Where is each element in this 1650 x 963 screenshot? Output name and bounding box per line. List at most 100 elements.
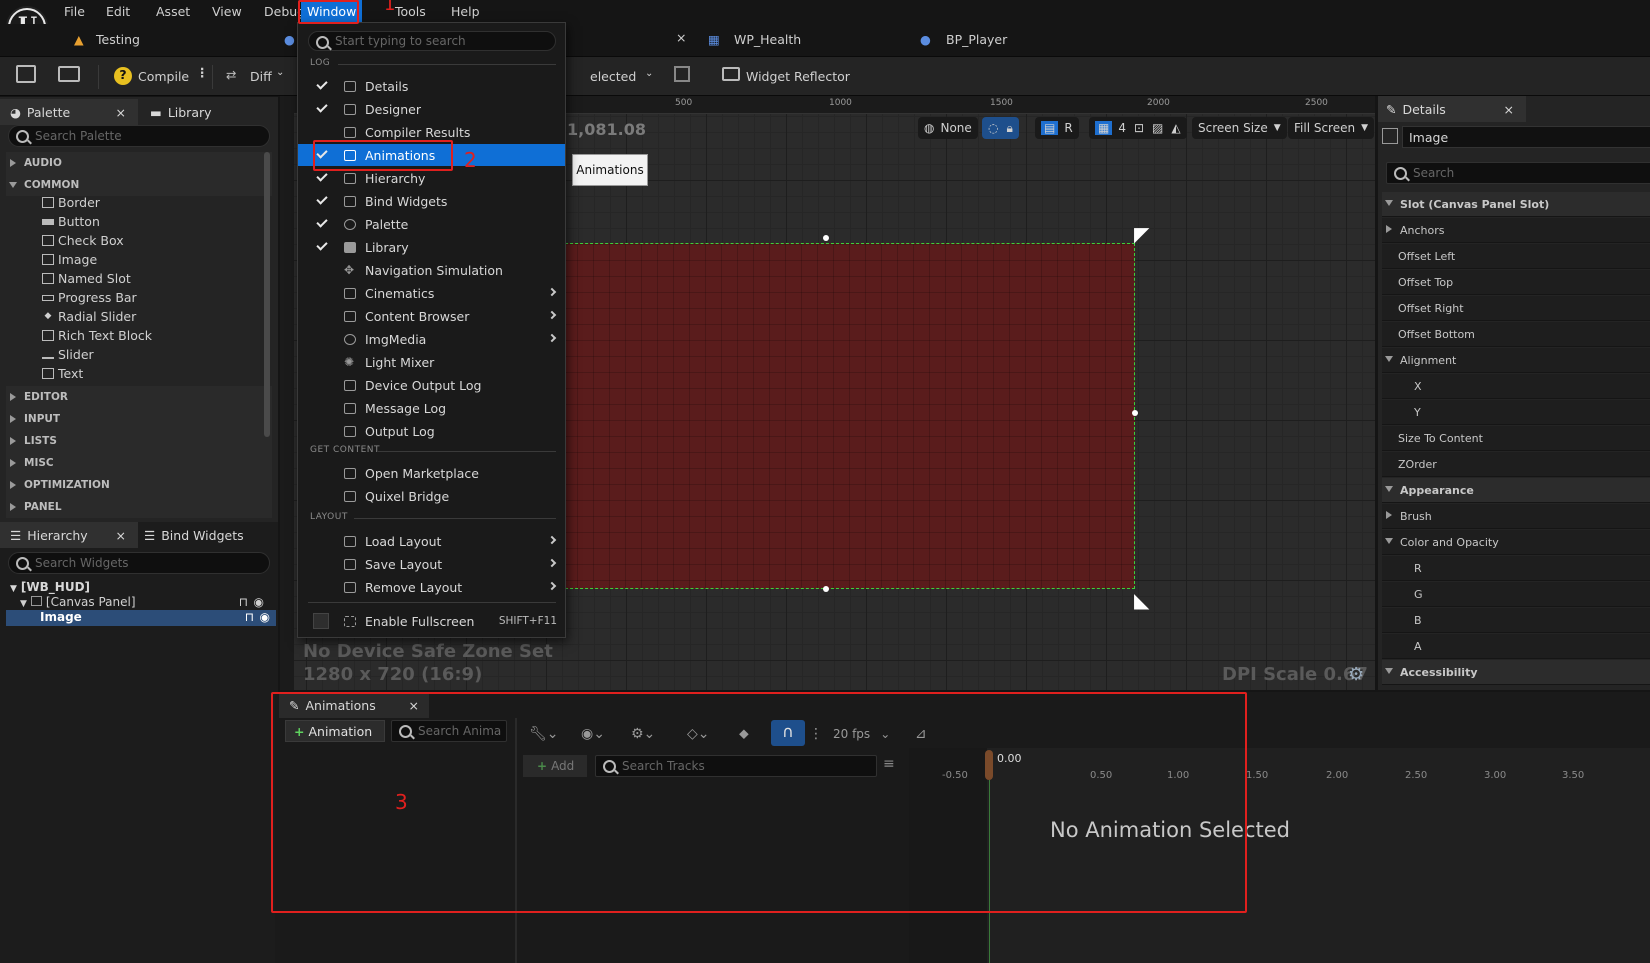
menu-edit[interactable]: Edit	[106, 4, 130, 19]
chevron-down-icon[interactable]: ⌄	[276, 67, 284, 78]
menu-item-imgmedia[interactable]: ImgMedia	[298, 328, 565, 350]
screen-size-dropdown[interactable]: Screen Size ▼	[1192, 117, 1287, 139]
prop-offset-top[interactable]: Offset Top	[1382, 270, 1650, 295]
menu-item-open-marketplace[interactable]: Open Marketplace	[298, 462, 565, 484]
palette-item-border[interactable]: Border	[42, 195, 100, 210]
fill-screen-dropdown[interactable]: Fill Screen ▼	[1288, 117, 1375, 139]
palette-item-progress-bar[interactable]: Progress Bar	[42, 290, 137, 305]
grid-snap-toggle[interactable]: ▦ 4 ⊡ ▨ ◭	[1089, 117, 1187, 139]
menu-item-output-log[interactable]: Output Log	[298, 420, 565, 442]
palette-item-button[interactable]: Button	[42, 214, 100, 229]
prop-offset-left[interactable]: Offset Left	[1382, 244, 1650, 269]
close-icon[interactable]: ×	[116, 105, 126, 120]
prop-color-g[interactable]: G	[1382, 582, 1650, 607]
menu-item-enable-fullscreen[interactable]: Enable Fullscreen SHIFT+F11	[298, 610, 565, 632]
category-lists[interactable]: LISTS	[6, 430, 272, 452]
prop-brush[interactable]: Brush	[1382, 504, 1650, 529]
section-slot[interactable]: Slot (Canvas Panel Slot)	[1382, 192, 1650, 217]
tab-library[interactable]: ▬ Library	[150, 99, 212, 125]
close-icon[interactable]: ×	[116, 528, 126, 543]
browse-icon[interactable]	[58, 66, 80, 82]
prop-zorder[interactable]: ZOrder	[1382, 452, 1650, 477]
tab-bp-player[interactable]: BP_Player	[946, 32, 1007, 47]
palette-item-check-box[interactable]: Check Box	[42, 233, 124, 248]
widget-reflector-button[interactable]: Widget Reflector	[746, 69, 850, 84]
menu-item-quixel-bridge[interactable]: Quixel Bridge	[298, 485, 565, 507]
menu-item-palette[interactable]: Palette	[298, 213, 565, 235]
prop-anchors[interactable]: Anchors	[1382, 218, 1650, 243]
save-icon[interactable]	[16, 65, 36, 83]
palette-item-rich-text-block[interactable]: Rich Text Block	[42, 328, 152, 343]
localization-preview-button[interactable]: ◍ None	[918, 117, 978, 139]
category-common[interactable]: COMMON	[6, 174, 272, 196]
chevron-down-icon[interactable]: ⌄	[645, 68, 653, 79]
category-misc[interactable]: MISC	[6, 452, 272, 474]
palette-item-named-slot[interactable]: Named Slot	[42, 271, 131, 286]
tree-canvas-panel[interactable]: ▼ [Canvas Panel] ◉ ⊓	[20, 595, 276, 609]
prop-color-r[interactable]: R	[1382, 556, 1650, 581]
tab-bind-widgets[interactable]: ☰ Bind Widgets	[144, 522, 244, 548]
prop-color-opacity[interactable]: Color and Opacity	[1382, 530, 1650, 555]
debug-filter-dropdown[interactable]: elected	[590, 69, 636, 84]
palette-item-radial-slider[interactable]: ◆ Radial Slider	[42, 309, 137, 324]
menu-item-navigation-simulation[interactable]: ✥ Navigation Simulation	[298, 259, 565, 281]
respect-locks-toggle[interactable]: ▤ R	[1035, 117, 1079, 139]
menu-help[interactable]: Help	[451, 4, 480, 19]
tab-wp-health[interactable]: WP_Health	[734, 32, 801, 47]
menu-item-load-layout[interactable]: Load Layout	[298, 530, 565, 552]
safe-zone-toggle[interactable]: ◌ 🔒︎	[982, 117, 1019, 139]
anchor-handle-icon[interactable]: ◤	[1134, 222, 1154, 246]
menu-asset[interactable]: Asset	[156, 4, 190, 19]
section-accessibility[interactable]: Accessibility	[1382, 660, 1650, 685]
tree-image-selected[interactable]: Image ◉ ⊓	[6, 610, 276, 626]
compile-options-icon[interactable]: ⋮	[196, 65, 209, 80]
menu-item-cinematics[interactable]: Cinematics	[298, 282, 565, 304]
menu-item-save-layout[interactable]: Save Layout	[298, 553, 565, 575]
diff-button[interactable]: Diff	[250, 69, 272, 84]
category-input[interactable]: INPUT	[6, 408, 272, 430]
tab-palette[interactable]: ◕ Palette ×	[0, 99, 138, 125]
category-optimization[interactable]: OPTIMIZATION	[6, 474, 272, 496]
close-icon[interactable]: ×	[1504, 102, 1514, 117]
prop-offset-bottom[interactable]: Offset Bottom	[1382, 322, 1650, 347]
menu-item-remove-layout[interactable]: Remove Layout	[298, 576, 565, 598]
tab-details[interactable]: ✎ Details ×	[1378, 96, 1526, 122]
tree-root[interactable]: ▼ [WB_HUD]	[10, 580, 90, 594]
details-search-input[interactable]: Search	[1386, 162, 1650, 184]
prop-alignment[interactable]: Alignment	[1382, 348, 1650, 373]
menu-item-designer[interactable]: Designer	[298, 98, 565, 120]
menu-item-details[interactable]: Details	[298, 75, 565, 97]
palette-scrollbar[interactable]	[264, 152, 270, 437]
prop-color-a[interactable]: A	[1382, 634, 1650, 659]
section-appearance[interactable]: Appearance	[1382, 478, 1650, 503]
menu-view[interactable]: View	[212, 4, 242, 19]
menu-item-bind-widgets[interactable]: Bind Widgets	[298, 190, 565, 212]
menu-tools[interactable]: Tools	[395, 4, 426, 19]
palette-search-input[interactable]: Search Palette	[8, 125, 270, 147]
menu-item-message-log[interactable]: Message Log	[298, 397, 565, 419]
debug-icon[interactable]	[674, 66, 690, 82]
tab-hierarchy[interactable]: ☰ Hierarchy ×	[0, 522, 138, 548]
anchor-handle-icon[interactable]: ◣	[1134, 588, 1154, 612]
palette-item-image[interactable]: Image	[42, 252, 97, 267]
tab-close-icon[interactable]: ×	[676, 30, 686, 45]
category-editor[interactable]: EDITOR	[6, 386, 272, 408]
hierarchy-search-input[interactable]: Search Widgets	[8, 552, 270, 574]
palette-item-text[interactable]: Text	[42, 366, 83, 381]
menu-item-device-output-log[interactable]: Device Output Log	[298, 374, 565, 396]
menu-item-light-mixer[interactable]: ✺ Light Mixer	[298, 351, 565, 373]
menu-search-input[interactable]: Start typing to search	[308, 31, 556, 51]
menu-file[interactable]: File	[64, 4, 85, 19]
prop-color-b[interactable]: B	[1382, 608, 1650, 633]
prop-alignment-x[interactable]: X	[1382, 374, 1650, 399]
prop-offset-right[interactable]: Offset Right	[1382, 296, 1650, 321]
image-widget-selection[interactable]	[560, 243, 1135, 589]
menu-item-library[interactable]: Library	[298, 236, 565, 258]
prop-alignment-y[interactable]: Y	[1382, 400, 1650, 425]
category-audio[interactable]: AUDIO	[6, 152, 272, 174]
category-panel[interactable]: PANEL	[6, 496, 272, 518]
widget-name-field[interactable]: Image	[1402, 126, 1650, 148]
menu-item-content-browser[interactable]: Content Browser	[298, 305, 565, 327]
prop-size-to-content[interactable]: Size To Content	[1382, 426, 1650, 451]
tab-testing[interactable]: Testing	[96, 32, 140, 47]
